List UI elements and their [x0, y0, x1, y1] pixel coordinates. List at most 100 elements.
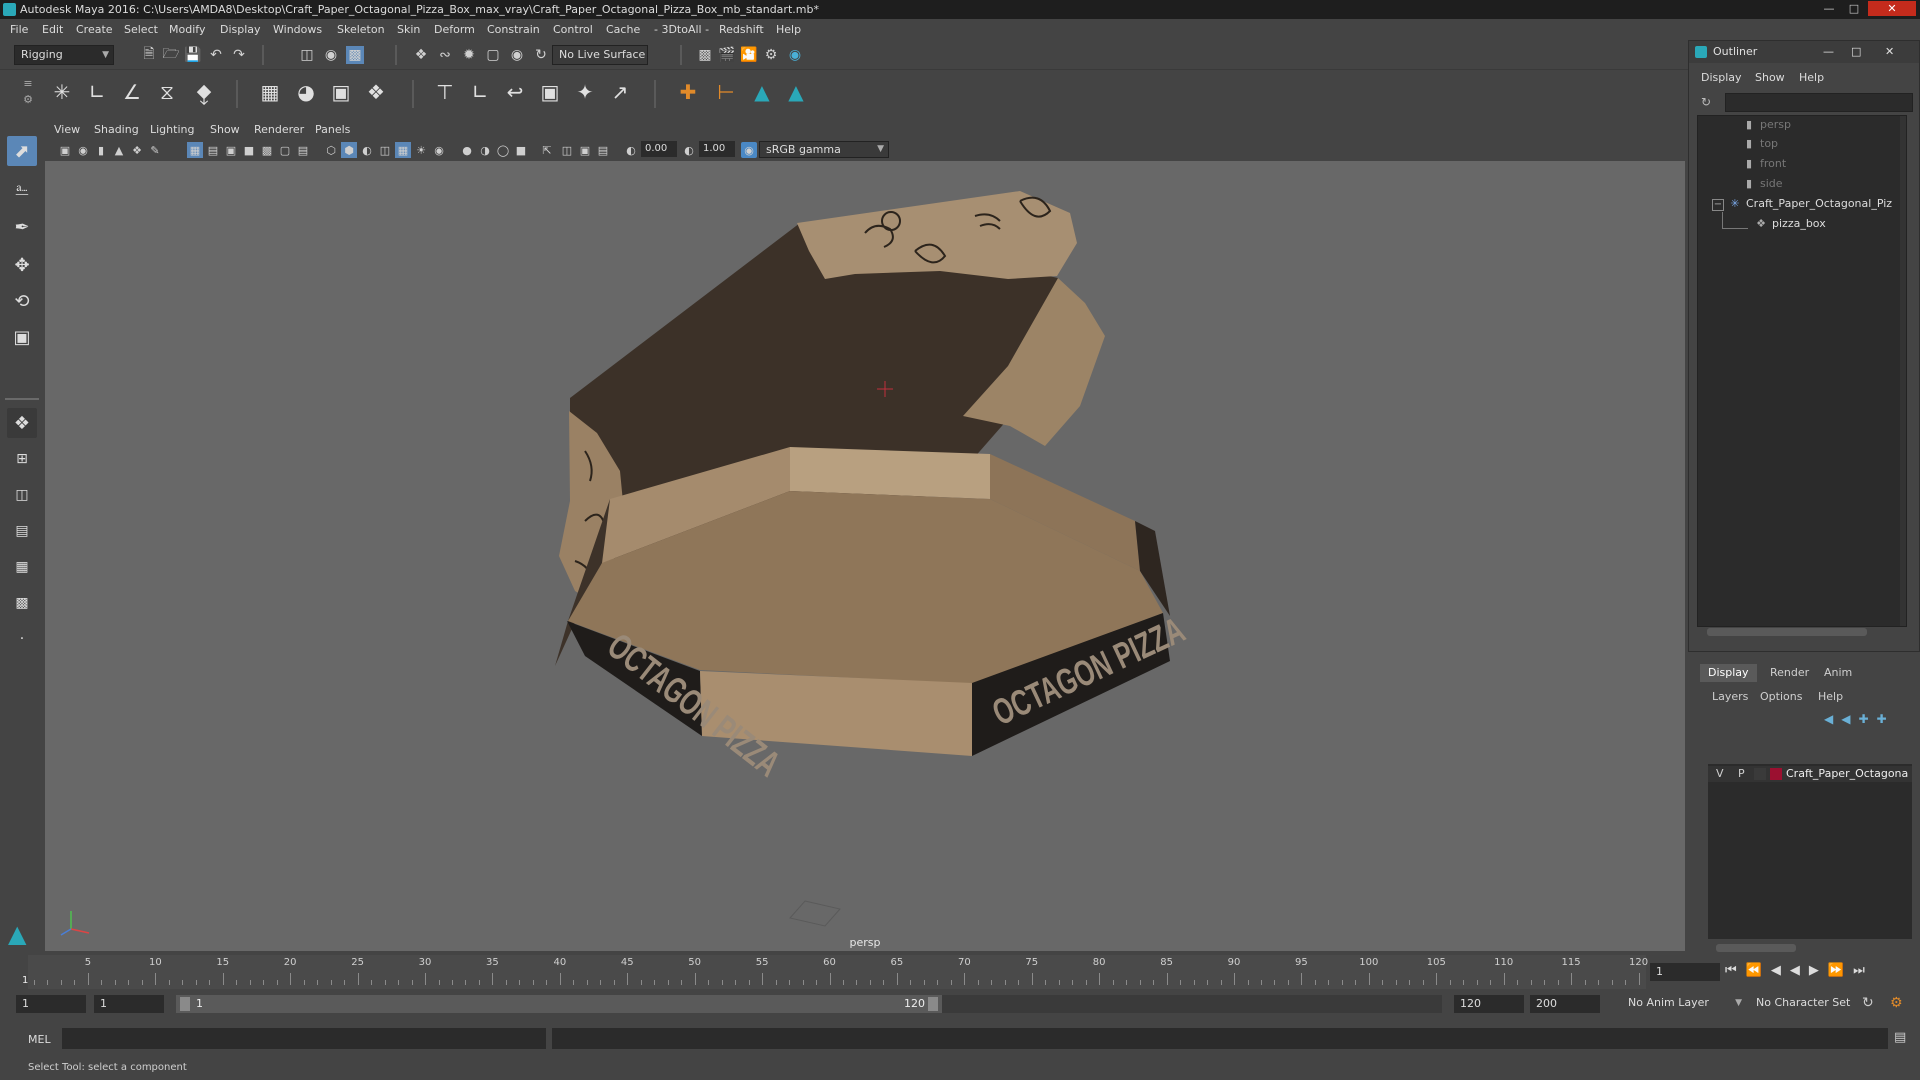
step-forward-icon[interactable]: ⏩ — [1828, 963, 1853, 978]
flat-shade-icon[interactable]: ◐ — [359, 142, 375, 158]
live-surface-field[interactable]: No Live Surface — [552, 45, 648, 65]
layout-stack-icon[interactable]: ▤ — [7, 516, 37, 546]
outliner-maximize-button[interactable]: □ — [1851, 41, 1861, 63]
locator-icon[interactable]: ✚ — [674, 78, 702, 106]
refresh-icon[interactable]: ↻ — [1701, 95, 1717, 111]
2d-pan-icon[interactable]: ❖ — [129, 142, 145, 158]
layer-type-toggle[interactable] — [1754, 768, 1766, 780]
layers-menu-layers[interactable]: Layers — [1712, 690, 1748, 703]
vp-menu-view[interactable]: View — [54, 123, 80, 136]
isolate-select-icon[interactable]: ⇱ — [539, 142, 555, 158]
point-constraint-icon[interactable]: ⊤ — [431, 78, 459, 106]
cluster-icon[interactable]: ◕ — [292, 78, 320, 106]
script-editor-icon[interactable]: ▤ — [1894, 1030, 1910, 1046]
step-key-back-icon[interactable]: ◀ — [1771, 963, 1790, 978]
select-tool-icon[interactable]: ⬈ — [7, 136, 37, 166]
outliner-menu-help[interactable]: Help — [1799, 71, 1824, 84]
anti-alias-icon[interactable]: ◯ — [495, 142, 511, 158]
snap-curve-icon[interactable]: ∾ — [436, 46, 454, 64]
parent-constraint-icon[interactable]: ✦ — [571, 78, 599, 106]
safe-title-icon[interactable]: ▤ — [295, 142, 311, 158]
layer-visibility-toggle[interactable]: V — [1716, 767, 1724, 780]
layer-row[interactable]: V P Craft_Paper_Octagona — [1708, 766, 1912, 782]
menu-create[interactable]: Create — [76, 23, 113, 36]
current-frame-field[interactable]: 1 — [1650, 963, 1720, 981]
go-to-start-icon[interactable]: ⏮ — [1725, 963, 1746, 978]
make-live-icon[interactable]: ↻ — [532, 46, 550, 64]
film-gate-icon[interactable]: ▤ — [205, 142, 221, 158]
script-language-label[interactable]: MEL — [28, 1033, 51, 1046]
bookmark-icon[interactable]: ▮ — [93, 142, 109, 158]
layout-graph-icon[interactable]: ▩ — [7, 588, 37, 618]
render-frame-icon[interactable]: 🎬 — [718, 46, 736, 64]
vp-menu-lighting[interactable]: Lighting — [150, 123, 194, 136]
layer-playback-toggle[interactable]: P — [1738, 767, 1745, 780]
soft-mod-icon[interactable]: ❖ — [362, 78, 390, 106]
smooth-shade-icon[interactable]: ⬢ — [341, 142, 357, 158]
resolution-gate-icon[interactable]: ▣ — [223, 142, 239, 158]
textured-icon[interactable]: ▦ — [395, 142, 411, 158]
play-back-icon[interactable]: ◀ — [1790, 963, 1809, 978]
playback-start-field[interactable]: 1 — [94, 995, 164, 1013]
menu-skeleton[interactable]: Skeleton — [337, 23, 385, 36]
safe-action-icon[interactable]: ▢ — [277, 142, 293, 158]
exposure-icon[interactable]: ◐ — [623, 142, 639, 158]
outliner-close-button[interactable]: ✕ — [1885, 41, 1894, 63]
gate-mask-icon[interactable]: ■ — [241, 142, 257, 158]
outliner-item-front[interactable]: ▮ front — [1742, 155, 1786, 173]
outliner-hscrollbar[interactable] — [1707, 628, 1867, 636]
outliner-search-input[interactable] — [1725, 93, 1913, 112]
collapse-icon[interactable]: − — [1712, 199, 1724, 211]
vp-menu-show[interactable]: Show — [210, 123, 240, 136]
outliner-menu-display[interactable]: Display — [1701, 71, 1742, 84]
menu-help[interactable]: Help — [776, 23, 801, 36]
depth-of-field-icon[interactable]: ■ — [513, 142, 529, 158]
snap-grid-icon[interactable]: ❖ — [412, 46, 430, 64]
undo-icon[interactable]: ↶ — [207, 46, 225, 64]
layout-outliner-icon[interactable]: ▦ — [7, 552, 37, 582]
menu-edit[interactable]: Edit — [42, 23, 63, 36]
tab-render[interactable]: Render — [1762, 664, 1817, 682]
xray-joints-icon[interactable]: ▣ — [577, 142, 593, 158]
layout-four-icon[interactable]: ⊞ — [7, 444, 37, 474]
range-track[interactable] — [942, 995, 1442, 1013]
rotate-tool-icon[interactable]: ⟲ — [7, 286, 37, 316]
menu-modify[interactable]: Modify — [169, 23, 205, 36]
close-button[interactable]: ✕ — [1868, 1, 1916, 16]
menu-3dtoall[interactable]: - 3DtoAll - — [654, 23, 709, 36]
outliner-item-persp[interactable]: ▮ persp — [1742, 116, 1791, 134]
step-back-icon[interactable]: ⏪ — [1746, 963, 1771, 978]
ambient-occlusion-icon[interactable]: ● — [459, 142, 475, 158]
pole-vector-icon[interactable]: ↗ — [606, 78, 634, 106]
auto-key-icon[interactable]: ↻ — [1862, 995, 1882, 1013]
menu-deform[interactable]: Deform — [434, 23, 475, 36]
outliner-item-pizza-box[interactable]: ❖ pizza_box — [1754, 215, 1826, 233]
vp-menu-shading[interactable]: Shading — [94, 123, 139, 136]
camera-select-icon[interactable]: ▣ — [57, 142, 73, 158]
command-input[interactable] — [62, 1028, 546, 1049]
image-plane-icon[interactable]: ▲ — [111, 142, 127, 158]
xray-icon[interactable]: ◫ — [559, 142, 575, 158]
move-tool-icon[interactable]: ✥ — [7, 250, 37, 280]
outliner-item-group[interactable]: − ✳ Craft_Paper_Octagonal_Piz — [1712, 195, 1892, 213]
outliner-item-top[interactable]: ▮ top — [1742, 135, 1778, 153]
joint-tool-icon[interactable]: ✳ — [48, 78, 76, 106]
scale-constraint-icon[interactable]: ▣ — [536, 78, 564, 106]
maximize-button[interactable]: □ — [1843, 1, 1865, 16]
humanik-rig-icon[interactable]: ▲ — [782, 78, 810, 106]
outliner-minimize-button[interactable]: — — [1823, 41, 1834, 63]
lattice-icon[interactable]: ▦ — [256, 78, 284, 106]
gamma-field[interactable]: 1.00 — [699, 141, 735, 157]
field-chart-icon[interactable]: ▩ — [259, 142, 275, 158]
end-time-field[interactable]: 200 — [1530, 995, 1600, 1013]
tab-anim[interactable]: Anim — [1816, 664, 1860, 682]
menu-control[interactable]: Control — [553, 23, 593, 36]
vp-menu-panels[interactable]: Panels — [315, 123, 350, 136]
layer-buttons-icon[interactable]: ◀◀✚✚ — [1824, 712, 1914, 728]
exposure-field[interactable]: 0.00 — [641, 141, 677, 157]
grease-pencil-icon[interactable]: ✎ — [147, 142, 163, 158]
layers-menu-options[interactable]: Options — [1760, 690, 1802, 703]
scale-tool-icon[interactable]: ▣ — [7, 322, 37, 352]
open-scene-icon[interactable]: 🗁 — [162, 46, 180, 64]
redo-icon[interactable]: ↷ — [230, 46, 248, 64]
